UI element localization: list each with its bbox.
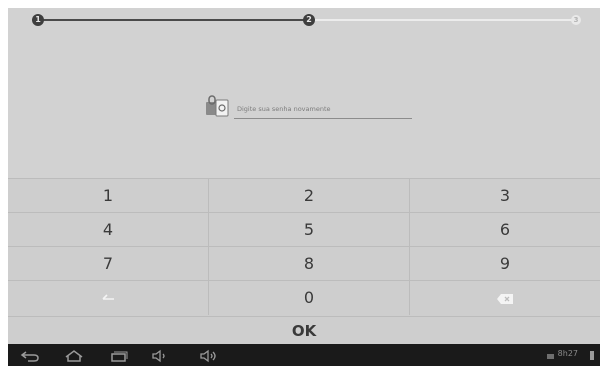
home-icon[interactable] <box>64 348 84 362</box>
keypad-row: 4 5 6 <box>8 212 600 247</box>
key-0[interactable]: 0 <box>209 281 410 315</box>
password-input[interactable]: Digite sua senha novamente <box>234 104 412 119</box>
setup-screen: 1 2 3 Digite sua senha novamente 1 2 3 4… <box>8 8 600 344</box>
key-2[interactable]: 2 <box>209 179 410 213</box>
key-8[interactable]: 8 <box>209 247 410 281</box>
key-3[interactable]: 3 <box>410 179 600 213</box>
progress-line-todo <box>315 19 575 21</box>
backspace-icon <box>497 293 513 304</box>
step-2-dot: 2 <box>303 14 315 26</box>
screenshot-icon <box>546 348 556 362</box>
back-key[interactable] <box>8 281 209 315</box>
delete-key[interactable] <box>410 281 600 315</box>
step-3-dot: 3 <box>571 15 581 25</box>
step-1-dot: 1 <box>32 14 44 26</box>
recent-apps-icon[interactable] <box>108 348 128 362</box>
key-6[interactable]: 6 <box>410 213 600 247</box>
progress-line-done <box>42 19 304 21</box>
key-1[interactable]: 1 <box>8 179 209 213</box>
key-7[interactable]: 7 <box>8 247 209 281</box>
volume-up-icon[interactable] <box>198 348 218 363</box>
system-navigation-bar: 8h27 <box>8 344 600 366</box>
key-4[interactable]: 4 <box>8 213 209 247</box>
key-9[interactable]: 9 <box>410 247 600 281</box>
password-placeholder: Digite sua senha novamente <box>237 105 331 113</box>
progress-stepper: 1 2 3 <box>8 8 600 38</box>
numeric-keypad: 1 2 3 4 5 6 7 8 9 0 OK <box>8 178 600 344</box>
battery-icon <box>588 348 596 362</box>
lock-icon <box>204 94 230 118</box>
key-5[interactable]: 5 <box>209 213 410 247</box>
back-icon[interactable] <box>20 348 40 362</box>
keypad-row: 1 2 3 <box>8 178 600 213</box>
ok-row: OK <box>8 316 600 344</box>
ok-button[interactable]: OK <box>8 317 600 344</box>
status-clock: 8h27 <box>557 349 578 358</box>
keypad-row: 0 <box>8 280 600 317</box>
volume-down-icon[interactable] <box>150 348 170 363</box>
keypad-row: 7 8 9 <box>8 246 600 281</box>
back-arrow-icon <box>102 293 114 300</box>
